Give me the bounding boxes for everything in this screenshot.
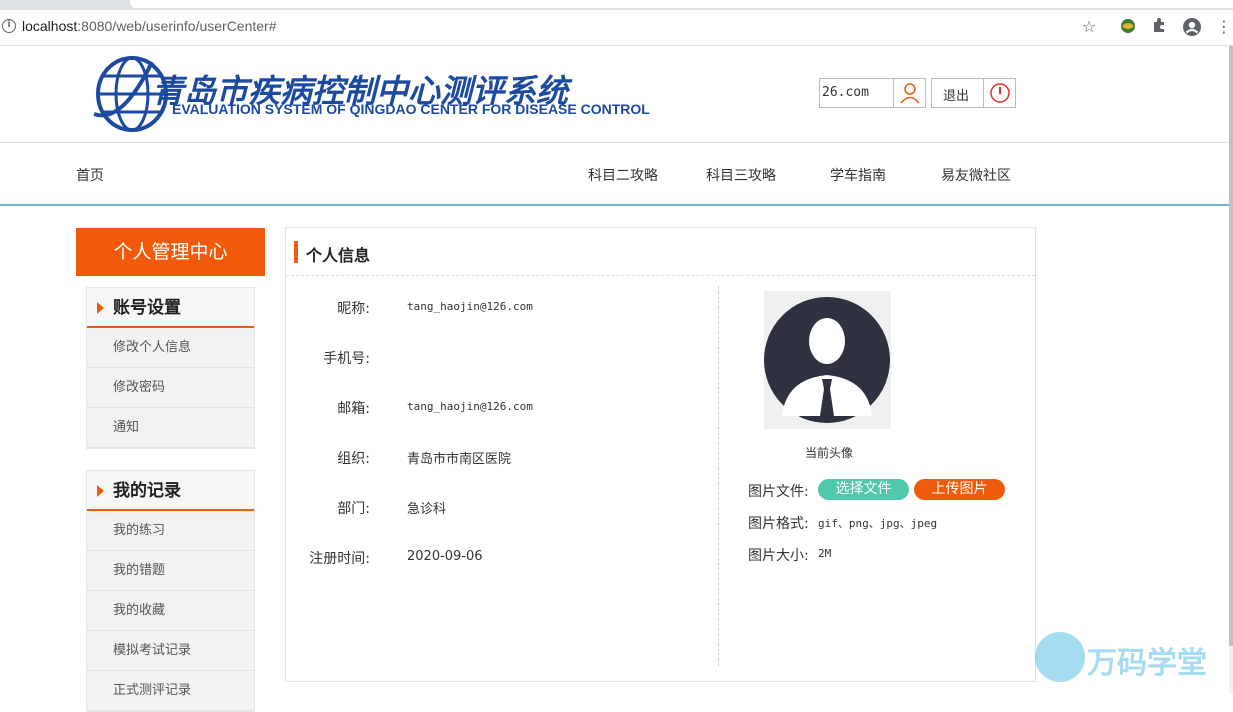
organization-label: 组织: (337, 451, 370, 467)
image-format-label: 图片格式: (748, 516, 809, 532)
url-path: :8080/web/userinfo/userCenter# (77, 18, 277, 34)
avatar-caption: 当前头像 (805, 446, 854, 460)
watermark-logo-icon (1035, 632, 1085, 682)
url-text[interactable]: localhost:8080/web/userinfo/userCenter# (22, 18, 277, 34)
nav-item-subject2[interactable]: 科目二攻略 (588, 165, 658, 185)
phone-label: 手机号: (323, 351, 370, 367)
site-subtitle: EVALUATION SYSTEM OF QINGDAO CENTER FOR … (172, 101, 650, 117)
bookmark-star-icon[interactable]: ☆ (1079, 17, 1099, 37)
sidebar-group-title[interactable]: 我的记录 (87, 471, 254, 511)
browser-menu-icon[interactable]: ⋮ (1214, 17, 1233, 37)
image-size-value: 2M (818, 547, 832, 560)
url-host: localhost (22, 18, 78, 34)
username-text: 26.com (822, 85, 869, 100)
user-account-box[interactable]: 26.com (819, 78, 926, 108)
nav-item-community[interactable]: 易友微社区 (941, 165, 1011, 185)
site-header: 青岛市疾病控制中心测评系统 EVALUATION SYSTEM OF QINGD… (0, 46, 1230, 143)
sidebar-item-my-mistakes[interactable]: 我的错题 (87, 551, 254, 591)
image-file-label: 图片文件: (748, 484, 809, 500)
group-title-text: 我的记录 (113, 481, 181, 501)
triangle-right-icon (97, 302, 104, 314)
sidebar-item-mock-exam-records[interactable]: 模拟考试记录 (87, 631, 254, 671)
browser-tabstrip (0, 0, 1233, 10)
email-value: tang_haojin@126.com (407, 400, 533, 413)
image-size-label: 图片大小: (748, 548, 809, 564)
page-scrollbar[interactable] (1229, 46, 1233, 693)
department-label: 部门: (337, 501, 370, 517)
triangle-right-icon (97, 485, 104, 497)
profile-panel: 个人信息 昵称: tang_haojin@126.com 手机号: 邮箱: ta… (285, 227, 1036, 682)
organization-value: 青岛市市南区医院 (407, 452, 512, 467)
nav-item-subject3[interactable]: 科目三攻略 (706, 165, 776, 185)
sidebar-item-edit-profile[interactable]: 修改个人信息 (87, 328, 254, 368)
group-title-text: 账号设置 (113, 298, 181, 318)
upload-image-button[interactable]: 上传图片 (914, 479, 1005, 500)
profile-account-icon[interactable] (1182, 17, 1202, 37)
watermark-text: 万码学堂 (1087, 646, 1207, 681)
sidebar-item-notifications[interactable]: 通知 (87, 408, 254, 448)
nickname-value: tang_haojin@126.com (407, 300, 533, 313)
sidebar-group-records: 我的记录 我的练习 我的错题 我的收藏 模拟考试记录 正式测评记录 (86, 470, 255, 712)
avatar-image (764, 291, 891, 429)
panel-header: 个人信息 (286, 228, 1035, 276)
sidebar-item-change-password[interactable]: 修改密码 (87, 368, 254, 408)
panel-title: 个人信息 (306, 246, 371, 265)
sidebar-item-formal-exam-records[interactable]: 正式测评记录 (87, 671, 254, 711)
sidebar-item-my-practice[interactable]: 我的练习 (87, 511, 254, 551)
sidebar-group-account: 账号设置 修改个人信息 修改密码 通知 (86, 287, 255, 449)
sidebar-group-title[interactable]: 账号设置 (87, 288, 254, 328)
nav-item-driving-guide[interactable]: 学车指南 (830, 165, 886, 185)
logout-label: 退出 (943, 89, 970, 104)
active-tab (130, 0, 1233, 8)
scrollbar-thumb[interactable] (1229, 46, 1233, 646)
nav-home[interactable]: 首页 (76, 165, 104, 185)
extensions-puzzle-icon[interactable] (1150, 17, 1170, 37)
user-icon[interactable] (893, 79, 925, 107)
info-icon[interactable]: i (2, 19, 16, 33)
main-nav: 首页 科目二攻略 科目三攻略 学车指南 易友微社区 (0, 143, 1230, 206)
sidebar-heading: 个人管理中心 (76, 228, 265, 276)
sidebar-item-my-favorites[interactable]: 我的收藏 (87, 591, 254, 631)
email-label: 邮箱: (337, 401, 370, 417)
logout-button[interactable]: 退出 (931, 78, 1016, 108)
department-value: 急诊科 (407, 502, 447, 517)
watermark: 万码学堂 (1035, 632, 1215, 687)
image-format-value: gif、png、jpg、jpeg (818, 517, 938, 530)
choose-file-button[interactable]: 选择文件 (818, 479, 909, 500)
title-accent-bar (294, 241, 298, 263)
nickname-label: 昵称: (337, 301, 370, 317)
extension-globe-icon[interactable] (1118, 17, 1138, 37)
register-time-label: 注册时间: (309, 551, 370, 567)
power-icon[interactable] (983, 79, 1015, 107)
address-bar[interactable]: i localhost:8080/web/userinfo/userCenter… (0, 10, 1233, 46)
register-time-value: 2020-09-06 (407, 549, 483, 564)
column-divider (718, 286, 719, 666)
